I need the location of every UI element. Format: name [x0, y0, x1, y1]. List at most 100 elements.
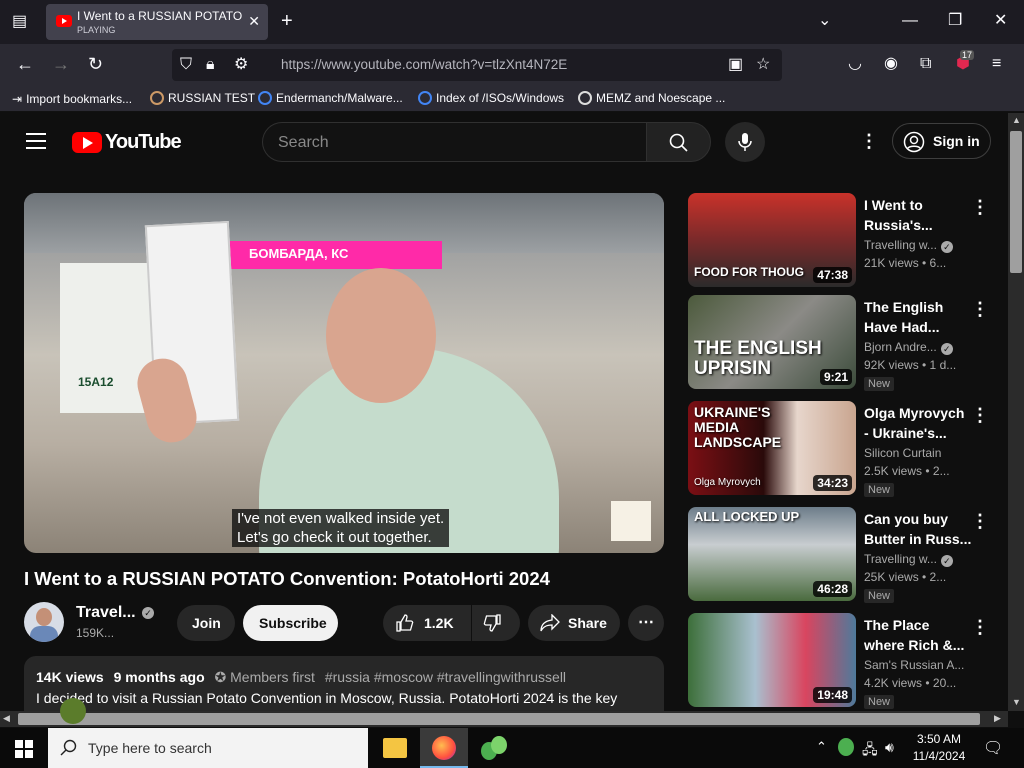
bookmark-memz[interactable]: MEMZ and Noescape ...	[578, 91, 725, 105]
recommendation-title: Can you buy Butter in Russ...	[864, 511, 972, 547]
menu-icon[interactable]: ≡	[992, 56, 1001, 72]
recommendation-menu-icon[interactable]: ⋮	[971, 197, 989, 218]
channel-name[interactable]: Travel...	[76, 604, 136, 622]
bookmark-russian-test[interactable]: RUSSIAN TEST	[150, 91, 255, 105]
browser-tab-active[interactable]: I Went to a RUSSIAN POTATO Co PLAYING ✕	[46, 4, 268, 40]
recommendation-thumbnail[interactable]: FOOD FOR THOUG 47:38	[688, 193, 856, 287]
recommendation-channel: Travelling w... ✓	[864, 238, 953, 253]
recommendation-title: Olga Myrovych - Ukraine's...	[864, 405, 965, 441]
notification-icon[interactable]: 🗨︎	[983, 738, 1003, 758]
site-icon	[150, 91, 164, 105]
members-first-label: Members first	[230, 669, 315, 685]
pocket-icon[interactable]: ◡	[848, 56, 862, 72]
reader-view-icon[interactable]: ▣	[728, 57, 743, 73]
chat-app-icon[interactable]	[481, 736, 507, 760]
firefox-icon	[432, 736, 456, 760]
vertical-scroll-thumb[interactable]	[1010, 131, 1022, 273]
hamburger-menu-icon[interactable]	[26, 133, 46, 149]
permissions-icon[interactable]: ⚙	[234, 57, 248, 73]
bookmark-import[interactable]: ⇥ Import bookmarks...	[12, 91, 132, 107]
new-tab-icon[interactable]: +	[281, 11, 293, 31]
share-button[interactable]: Share	[528, 605, 620, 641]
sign-in-button[interactable]: Sign in	[892, 123, 991, 159]
scroll-right-icon[interactable]: ▶	[994, 713, 1001, 724]
recommendation-thumbnail[interactable]: ALL LOCKED UP 46:28	[688, 507, 856, 601]
new-badge: New	[864, 483, 895, 497]
channel-watermark[interactable]	[611, 501, 651, 541]
forward-icon[interactable]: →	[52, 55, 70, 73]
network-icon[interactable]: 🖧︎	[862, 739, 878, 763]
horizontal-scrollbar[interactable]: ◀ ▶	[0, 711, 1008, 727]
back-icon[interactable]: ←	[16, 55, 34, 73]
recommendation-item[interactable]: FOOD FOR THOUG 47:38 I Went to Russia's..…	[688, 193, 998, 287]
close-window-icon[interactable]: ✕	[994, 13, 1007, 29]
video-duration: 46:28	[813, 581, 852, 597]
recommendation-thumbnail[interactable]: 19:48	[688, 613, 856, 707]
like-button[interactable]: 1.2K	[383, 605, 471, 641]
recommendation-item[interactable]: UKRAINE'S MEDIA LANDSCAPE Olga Myrovych …	[688, 401, 998, 497]
settings-kebab-icon[interactable]: ⋮	[860, 131, 878, 152]
recommendation-thumbnail[interactable]: THE ENGLISH UPRISIN 9:21	[688, 295, 856, 389]
youtube-page: YouTube Search ⋮ Sign in БОМБАРДА, КС 15…	[0, 113, 1008, 711]
taskbar-firefox-button[interactable]	[420, 728, 468, 768]
minimize-icon[interactable]: —	[902, 13, 918, 29]
more-actions-button[interactable]: ⋯	[628, 605, 664, 641]
recommendation-menu-icon[interactable]: ⋮	[971, 405, 989, 426]
search-input[interactable]: Search	[262, 122, 646, 162]
windows-start-icon[interactable]	[15, 740, 33, 758]
recommendation-menu-icon[interactable]: ⋮	[971, 511, 989, 532]
bookmark-star-icon[interactable]: ☆	[756, 57, 770, 73]
share-icon	[540, 614, 560, 632]
recommendation-thumbnail[interactable]: UKRAINE'S MEDIA LANDSCAPE Olga Myrovych …	[688, 401, 856, 495]
search-button[interactable]	[646, 122, 711, 162]
verified-icon: ✓	[142, 607, 154, 619]
microphone-icon	[738, 133, 752, 151]
chevron-up-icon[interactable]: ⌃	[816, 739, 827, 755]
recommendation-title: The English Have Had...	[864, 299, 944, 335]
restore-icon[interactable]: ❐	[948, 13, 962, 29]
scroll-left-icon[interactable]: ◀	[3, 713, 10, 724]
google-icon	[418, 91, 432, 105]
recommendation-menu-icon[interactable]: ⋮	[971, 299, 989, 320]
shield-icon[interactable]: ⛉	[180, 57, 192, 73]
upload-date: 9 months ago	[113, 669, 205, 685]
recommendation-item[interactable]: 19:48 The Place where Rich &... Sam's Rus…	[688, 613, 998, 709]
reload-icon[interactable]: ↻	[88, 55, 103, 73]
video-duration: 34:23	[813, 475, 852, 491]
horizontal-scroll-thumb[interactable]	[18, 713, 980, 725]
volume-icon[interactable]: 🔊︎	[885, 739, 894, 756]
taskbar-search-input[interactable]: Type here to search	[48, 728, 368, 768]
lock-icon[interactable]: 🔒︎	[206, 57, 215, 73]
close-tab-icon[interactable]: ✕	[248, 13, 260, 30]
video-player[interactable]: БОМБАРДА, КС 15A12 I've not even walked …	[24, 193, 664, 553]
bookmark-isos[interactable]: Index of /ISOs/Windows	[418, 91, 564, 105]
recommendation-item[interactable]: ALL LOCKED UP 46:28 Can you buy Butter in…	[688, 507, 998, 603]
recommendation-menu-icon[interactable]: ⋮	[971, 617, 989, 638]
vertical-scrollbar[interactable]: ▲ ▼	[1008, 113, 1024, 711]
search-placeholder: Search	[278, 134, 329, 151]
extension-badge: 17	[960, 50, 975, 60]
hashtags[interactable]: #russia #moscow #travellingwithrussell	[325, 669, 566, 685]
channel-avatar[interactable]	[24, 602, 64, 642]
recommendation-item[interactable]: THE ENGLISH UPRISIN 9:21 The English Have…	[688, 295, 998, 391]
url-bar[interactable]: ⛉ 🔒︎ ⚙ https://www.youtube.com/watch?v=t…	[172, 49, 782, 81]
description-box[interactable]: 14K views 9 months ago ✪ Members first #…	[24, 656, 664, 711]
members-first-icon: ✪	[214, 669, 227, 685]
tab-list-icon[interactable]: ▤	[12, 14, 27, 30]
scroll-up-icon[interactable]: ▲	[1012, 115, 1021, 125]
chevron-down-icon[interactable]: ⌄	[818, 13, 831, 29]
join-button[interactable]: Join	[177, 605, 235, 641]
file-explorer-icon[interactable]	[383, 738, 407, 758]
subscribe-button[interactable]: Subscribe	[243, 605, 338, 641]
extensions-icon[interactable]: ⧉	[920, 56, 931, 72]
taskbar-clock[interactable]: 3:50 AM 11/4/2024	[912, 731, 966, 765]
dislike-button[interactable]	[472, 605, 520, 641]
video-duration: 19:48	[813, 687, 852, 703]
bookmark-malware[interactable]: Endermanch/Malware...	[258, 91, 403, 105]
voice-search-button[interactable]	[725, 122, 765, 162]
account-icon[interactable]: ◉	[884, 56, 898, 72]
google-icon	[258, 91, 272, 105]
recommendation-channel: Bjorn Andre... ✓	[864, 340, 953, 355]
tray-app-icon[interactable]	[838, 738, 854, 756]
scroll-down-icon[interactable]: ▼	[1012, 697, 1021, 707]
